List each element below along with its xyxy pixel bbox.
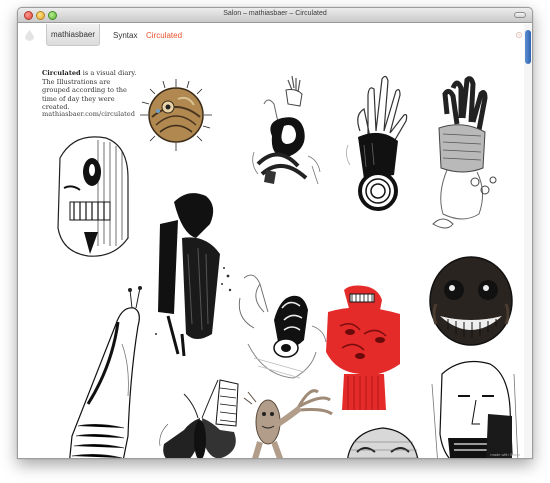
intro-text: Circulated is a visual diary. The Illust… bbox=[42, 69, 137, 112]
scribble-hand-drawing[interactable] bbox=[234, 268, 334, 388]
nav-link-syntax[interactable]: Syntax bbox=[113, 31, 137, 40]
title-bar: Salon – mathiasbaer – Circulated bbox=[18, 8, 532, 23]
nav-link-circulated[interactable]: Circulated bbox=[146, 31, 182, 40]
hand-knot-drawing[interactable] bbox=[248, 74, 326, 194]
browser-window: Salon – mathiasbaer – Circulated mathias… bbox=[17, 7, 533, 459]
scrollbar-thumb[interactable] bbox=[525, 30, 531, 64]
raised-hand-drawing[interactable] bbox=[340, 71, 412, 211]
black-ink-figure-drawing[interactable] bbox=[148, 184, 236, 360]
tentacle-hand-drawing[interactable] bbox=[423, 74, 503, 234]
site-nav: mathiasbaer Syntax Circulated bbox=[18, 24, 532, 50]
nav-tab-mathiasbaer[interactable]: mathiasbaer bbox=[46, 24, 100, 46]
portrait-sketch-drawing[interactable] bbox=[428, 354, 520, 458]
window-title: Salon – mathiasbaer – Circulated bbox=[223, 10, 327, 17]
vertical-scrollbar[interactable] bbox=[524, 24, 532, 458]
page-content: mathiasbaer Syntax Circulated Circulated… bbox=[18, 24, 532, 458]
grinning-face-drawing[interactable] bbox=[428, 254, 514, 348]
drop-icon bbox=[25, 30, 34, 41]
bald-head-drawing[interactable] bbox=[333, 422, 433, 458]
sepia-sun-drawing[interactable] bbox=[138, 77, 214, 153]
gear-icon[interactable] bbox=[515, 31, 523, 39]
skull-face-drawing[interactable] bbox=[44, 128, 134, 270]
snail-figure-drawing[interactable] bbox=[58, 286, 154, 458]
dancing-figure-drawing[interactable] bbox=[240, 384, 336, 458]
toolbar-toggle-button[interactable] bbox=[514, 12, 526, 18]
footer-credit[interactable]: made with Salon bbox=[490, 452, 520, 457]
moth-drawing[interactable] bbox=[154, 374, 244, 458]
circulated-link[interactable]: mathiasbaer.com/circulated bbox=[42, 110, 135, 118]
intro-title: Circulated bbox=[42, 69, 81, 77]
